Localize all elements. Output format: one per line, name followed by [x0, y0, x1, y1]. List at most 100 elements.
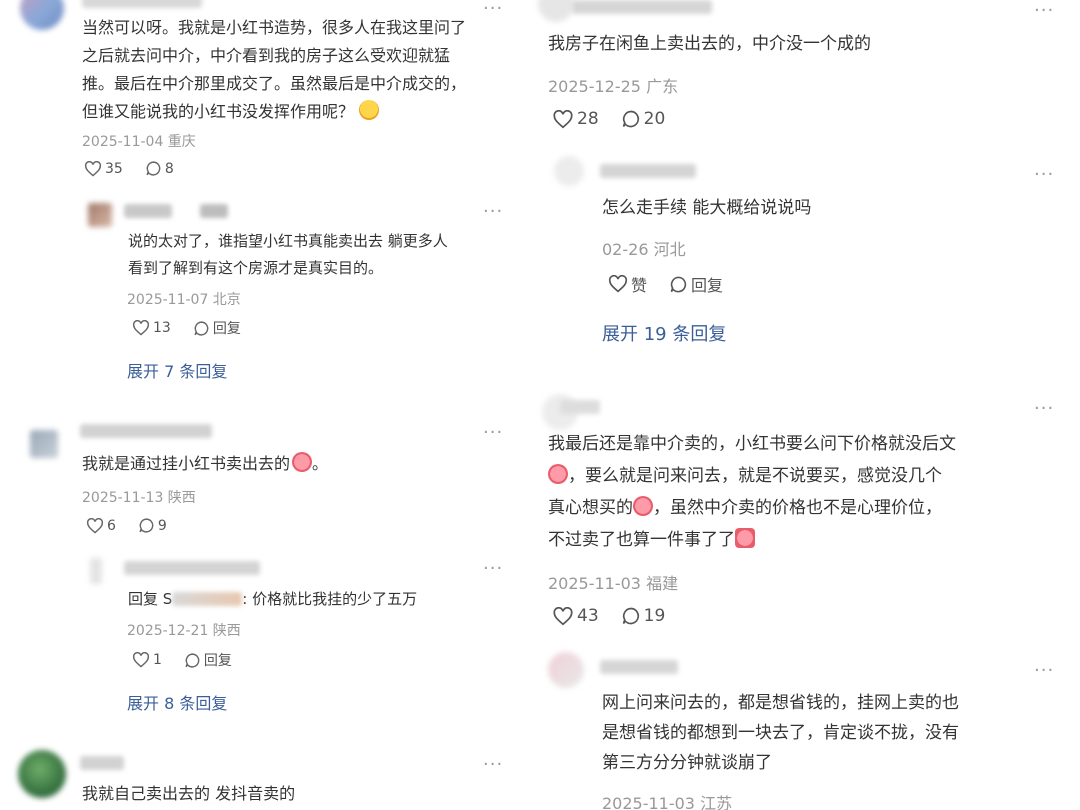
comment-date-location: 2025-11-03 福建: [548, 574, 679, 593]
reply-text-line: : 价格就比我挂的少了五万: [242, 590, 418, 608]
reply-button[interactable]: 20: [621, 109, 665, 129]
comment-bubble-icon: [622, 110, 639, 128]
more-options-icon[interactable]: ···: [1034, 2, 1054, 20]
comment-text-line: 我就是通过挂小红书卖出去的: [82, 454, 291, 473]
more-options-icon[interactable]: ···: [1034, 166, 1054, 184]
like-button[interactable]: 赞: [608, 272, 647, 296]
reply-date-location: 2025-11-03 江苏: [602, 794, 733, 810]
comment-text: 我最后还是靠中介卖的，小红书要么问下价格就没后文 ，要么就是问来问去，就是不说要…: [548, 428, 1068, 556]
like-button[interactable]: 13: [132, 320, 171, 336]
like-count: 35: [105, 160, 123, 177]
reply-text-line: 网上问来问去的，都是想省钱的，挂网上卖的也: [602, 693, 959, 713]
comment-bubble-icon: [146, 161, 161, 176]
comment-date-location: 2025-12-25 广东: [548, 77, 679, 96]
reply-text: 回复 S : 价格就比我挂的少了五万: [128, 585, 417, 613]
reply-button[interactable]: 8: [145, 160, 174, 177]
heart-icon: [553, 606, 573, 625]
avatar[interactable]: [90, 558, 102, 584]
emoji-icon: [359, 100, 380, 120]
username-blurred[interactable]: [600, 164, 696, 178]
comment-bubble-icon: [194, 320, 209, 336]
username-blurred[interactable]: [80, 756, 124, 770]
comment-text-line: 不过卖了也算一件事了了: [548, 530, 735, 550]
reply-text-line: 是想省钱的都想到一块去了，肯定谈不拢，没有: [602, 723, 959, 743]
comment-text-line: 推。最后在中介那里成交了。虽然最后是中介成交的，: [82, 74, 467, 93]
comment-text: 当然可以呀。我就是小红书造势，很多人在我这里问了 之后就去问中介，中介看到我的房…: [82, 14, 512, 126]
more-options-icon[interactable]: ···: [1034, 662, 1054, 680]
reply-text: 怎么走手续 能大概给说说吗: [602, 198, 812, 218]
like-button[interactable]: 35: [84, 160, 123, 177]
comment-text: 我房子在闲鱼上卖出去的，中介没一个成的: [548, 34, 871, 54]
like-button[interactable]: 43: [552, 606, 599, 626]
reply-text: 说的太对了，谁指望小红书真能卖出去 躺更多人 看到了解到有这个房源才是真实目的。: [128, 228, 508, 282]
more-options-icon[interactable]: ···: [483, 756, 503, 774]
reply-button[interactable]: 回复: [184, 650, 232, 670]
like-button[interactable]: 6: [86, 517, 116, 534]
emoji-icon: [633, 496, 653, 516]
avatar[interactable]: [20, 0, 64, 30]
comment-bubble-icon: [670, 276, 687, 292]
comment-bubble-icon: [622, 607, 639, 625]
username-blurred[interactable]: [200, 204, 228, 218]
like-button[interactable]: 1: [132, 652, 162, 668]
avatar[interactable]: [30, 430, 58, 458]
avatar[interactable]: [18, 750, 66, 798]
comment-text-line: ，虽然中介卖的价格也不是心理价位，: [653, 498, 942, 518]
reply-text: 网上问来问去的，都是想省钱的，挂网上卖的也 是想省钱的都想到一块去了，肯定谈不拢…: [602, 688, 1072, 778]
reply-button[interactable]: 回复: [669, 272, 723, 296]
reply-count: 19: [643, 606, 666, 626]
reply-count: 9: [157, 517, 167, 534]
username-blurred[interactable]: [124, 204, 172, 218]
heart-icon: [84, 160, 102, 177]
reply-button[interactable]: 9: [138, 517, 167, 534]
comment-text-line: 我最后还是靠中介卖的，小红书要么问下价格就没后文: [548, 434, 956, 454]
comment-text-line: 但谁又能说我的小红书没发挥作用呢？: [82, 102, 355, 121]
heart-icon: [608, 275, 628, 293]
username-blurred[interactable]: [560, 400, 600, 414]
reply-actions: 13 回复: [132, 318, 263, 338]
avatar[interactable]: [548, 652, 584, 688]
more-options-icon[interactable]: ···: [1034, 400, 1054, 418]
reply-button[interactable]: 回复: [193, 318, 241, 338]
expand-replies-link[interactable]: 展开 7 条回复: [127, 358, 227, 382]
more-options-icon[interactable]: ···: [483, 424, 503, 442]
like-count: 43: [577, 606, 599, 626]
username-blurred[interactable]: [82, 0, 202, 8]
heart-icon: [132, 320, 150, 336]
heart-icon: [132, 652, 150, 668]
comment-bubble-icon: [185, 652, 200, 668]
comment-text: 我就是通过挂小红书卖出去的。: [82, 452, 329, 473]
comment-actions: 6 9: [86, 517, 189, 534]
expand-replies-link[interactable]: 展开 8 条回复: [127, 690, 227, 714]
comment-text-line: 真心想买的: [548, 498, 633, 518]
avatar[interactable]: [554, 156, 584, 186]
avatar[interactable]: [88, 203, 112, 227]
reply-label: 回复: [203, 653, 232, 669]
expand-replies-link[interactable]: 展开 19 条回复: [602, 320, 726, 346]
reply-mention: 回复 S: [128, 590, 173, 608]
more-options-icon[interactable]: ···: [483, 560, 503, 578]
more-options-icon[interactable]: ···: [483, 0, 503, 18]
like-count: 13: [153, 320, 171, 336]
reply-date-location: 02-26 河北: [602, 240, 686, 259]
mention-name-blurred[interactable]: [172, 592, 243, 606]
username-blurred[interactable]: [80, 424, 212, 438]
username-blurred[interactable]: [600, 660, 678, 674]
avatar[interactable]: [538, 0, 574, 22]
comment-date-location: 2025-11-13 陕西: [82, 490, 196, 506]
column-gap: [520, 0, 528, 810]
like-button[interactable]: 28: [552, 109, 599, 129]
left-comment-column: ··· 当然可以呀。我就是小红书造势，很多人在我这里问了 之后就去问中介，中介看…: [0, 0, 520, 810]
reply-text-line: 第三方分分钟就谈崩了: [602, 753, 772, 773]
like-count: 6: [107, 517, 116, 534]
more-options-icon[interactable]: ···: [483, 203, 503, 221]
reply-label: 回复: [212, 321, 241, 337]
username-blurred[interactable]: [124, 561, 260, 575]
comment-text-line: 当然可以呀。我就是小红书造势，很多人在我这里问了: [82, 18, 467, 37]
username-blurred[interactable]: [572, 0, 712, 14]
emoji-icon: [735, 528, 755, 548]
emoji-icon: [548, 464, 568, 484]
comment-text-line: ，要么就是问来问去，就是不说要买，感觉没几个: [568, 466, 942, 486]
heart-icon: [86, 517, 104, 534]
reply-button[interactable]: 19: [621, 606, 666, 626]
